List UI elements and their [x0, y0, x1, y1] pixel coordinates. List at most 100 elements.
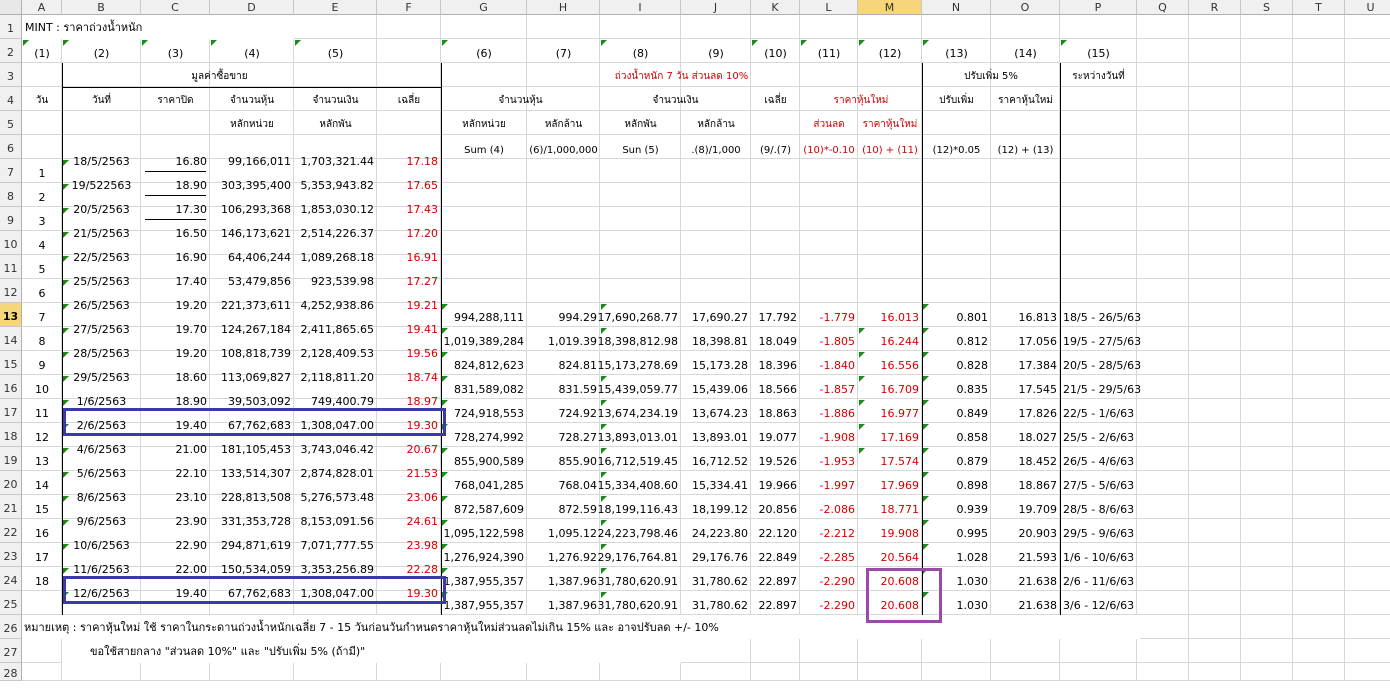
spreadsheet[interactable]: A B C D E F G H I J K L M N O P Q R S T U 1 2 3 4 5 6 7 8 9 10 11 12 13 14…: [0, 0, 1390, 693]
weighted-shares-cell[interactable]: 994,288,111: [441, 303, 527, 327]
adjust-cell[interactable]: 1.028: [922, 543, 991, 567]
formula-label[interactable]: (6)/1,000,000: [527, 135, 600, 159]
new-price-cell[interactable]: 16.556: [858, 351, 922, 375]
header-thousand-weighted[interactable]: หลักพัน: [600, 111, 681, 135]
weighted-amount-million-cell[interactable]: 31,780.62: [681, 591, 751, 615]
adjust-cell[interactable]: 0.939: [922, 495, 991, 519]
shares-cell[interactable]: 331,353,728: [210, 507, 294, 531]
amount-cell[interactable]: 7,071,777.55: [294, 531, 377, 555]
row-header-13[interactable]: 13: [0, 303, 22, 327]
close-price-cell[interactable]: 23.90: [141, 507, 210, 531]
new-price-adjusted-cell[interactable]: 17.056: [991, 327, 1060, 351]
column-number-label[interactable]: (13): [922, 39, 991, 63]
amount-cell[interactable]: 923,539.98: [294, 267, 377, 291]
date-range-cell[interactable]: 1/6 - 10/6/63: [1060, 543, 1137, 567]
discount-cell[interactable]: -1.840: [800, 351, 858, 375]
header-weighted[interactable]: ถ่วงน้ำหนัก 7 วัน ส่วนลด 10%: [441, 63, 922, 87]
adjust-cell[interactable]: 0.995: [922, 519, 991, 543]
discount-cell[interactable]: -2.290: [800, 567, 858, 591]
column-header-m[interactable]: M: [858, 0, 922, 15]
column-header-q[interactable]: Q: [1137, 0, 1189, 15]
adjust-cell[interactable]: 0.828: [922, 351, 991, 375]
average-cell[interactable]: 16.91: [377, 243, 441, 267]
formula-label[interactable]: .(8)/1,000: [681, 135, 751, 159]
row-header-1[interactable]: 1: [0, 15, 22, 39]
row-header-17[interactable]: 17: [0, 399, 22, 423]
row-header-3[interactable]: 3: [0, 63, 22, 87]
header-adjust-up[interactable]: ปรับเพิ่ม 5%: [922, 63, 1060, 87]
column-number-label[interactable]: (10): [751, 39, 800, 63]
shares-cell[interactable]: 64,406,244: [210, 243, 294, 267]
header-new-price-adjusted[interactable]: ราคาหุ้นใหม่: [991, 87, 1060, 111]
close-price-cell[interactable]: 18.90: [141, 171, 210, 195]
adjust-cell[interactable]: 0.849: [922, 399, 991, 423]
discount-cell[interactable]: -1.779: [800, 303, 858, 327]
new-price-adjusted-cell[interactable]: 21.593: [991, 543, 1060, 567]
row-header-15[interactable]: 15: [0, 351, 22, 375]
date-range-cell[interactable]: 25/5 - 2/6/63: [1060, 423, 1137, 447]
shares-cell[interactable]: 294,871,619: [210, 531, 294, 555]
weighted-amount-million-cell[interactable]: 24,223.80: [681, 519, 751, 543]
day-number[interactable]: 9: [22, 351, 62, 375]
new-price-cell[interactable]: 20.564: [858, 543, 922, 567]
column-number-label[interactable]: (6): [441, 39, 527, 63]
column-number-label[interactable]: (5): [294, 39, 377, 63]
discount-cell[interactable]: -1.997: [800, 471, 858, 495]
row-header-5[interactable]: 5: [0, 111, 22, 135]
average-cell[interactable]: 18.74: [377, 363, 441, 387]
weighted-shares-million-cell[interactable]: 728.27: [527, 423, 600, 447]
day-number[interactable]: 17: [22, 543, 62, 567]
day-number[interactable]: 2: [22, 183, 62, 207]
discount-cell[interactable]: -2.285: [800, 543, 858, 567]
weighted-shares-million-cell[interactable]: 768.04: [527, 471, 600, 495]
shares-cell[interactable]: 124,267,184: [210, 315, 294, 339]
column-header-i[interactable]: I: [600, 0, 681, 15]
header-unit-weighted[interactable]: หลักหน่วย: [441, 111, 527, 135]
new-price-adjusted-cell[interactable]: 18.452: [991, 447, 1060, 471]
date-cell[interactable]: 22/5/2563: [62, 243, 141, 267]
amount-cell[interactable]: 2,411,865.65: [294, 315, 377, 339]
column-number-label[interactable]: (12): [858, 39, 922, 63]
day-number[interactable]: 3: [22, 207, 62, 231]
row-header-18[interactable]: 18: [0, 423, 22, 447]
weighted-shares-million-cell[interactable]: 824.81: [527, 351, 600, 375]
new-price-cell[interactable]: 16.977: [858, 399, 922, 423]
date-cell[interactable]: 25/5/2563: [62, 267, 141, 291]
shares-cell[interactable]: 53,479,856: [210, 267, 294, 291]
column-header-n[interactable]: N: [922, 0, 991, 15]
column-header-e[interactable]: E: [294, 0, 377, 15]
formula-label[interactable]: (12) + (13): [991, 135, 1060, 159]
new-price-cell[interactable]: 17.574: [858, 447, 922, 471]
new-price-adjusted-cell[interactable]: 21.638: [991, 591, 1060, 615]
new-price-cell[interactable]: 16.244: [858, 327, 922, 351]
row-header-22[interactable]: 22: [0, 519, 22, 543]
date-range-cell[interactable]: 2/6 - 11/6/63: [1060, 567, 1137, 591]
column-header-r[interactable]: R: [1189, 0, 1241, 15]
date-cell[interactable]: 21/5/2563: [62, 219, 141, 243]
day-number[interactable]: 15: [22, 495, 62, 519]
date-cell[interactable]: 28/5/2563: [62, 339, 141, 363]
weighted-shares-cell[interactable]: 1,387,955,357: [441, 591, 527, 615]
close-price-cell[interactable]: 19.20: [141, 291, 210, 315]
close-price-cell[interactable]: 16.50: [141, 219, 210, 243]
shares-cell[interactable]: 113,069,827: [210, 363, 294, 387]
date-cell[interactable]: 27/5/2563: [62, 315, 141, 339]
amount-cell[interactable]: 4,252,938.86: [294, 291, 377, 315]
date-range-cell[interactable]: 27/5 - 5/6/63: [1060, 471, 1137, 495]
column-header-d[interactable]: D: [210, 0, 294, 15]
select-all-corner[interactable]: [0, 0, 22, 15]
adjust-cell[interactable]: 0.801: [922, 303, 991, 327]
close-price-cell[interactable]: 22.10: [141, 459, 210, 483]
column-header-t[interactable]: T: [1293, 0, 1345, 15]
discount-cell[interactable]: -1.805: [800, 327, 858, 351]
date-cell[interactable]: 4/6/2563: [62, 435, 141, 459]
row-header-12[interactable]: 12: [0, 279, 22, 303]
new-price-adjusted-cell[interactable]: 20.903: [991, 519, 1060, 543]
header-shares-weighted[interactable]: จำนวนหุ้น: [441, 87, 600, 111]
header-amount[interactable]: จำนวนเงิน: [294, 87, 377, 111]
row-header-20[interactable]: 20: [0, 471, 22, 495]
column-header-g[interactable]: G: [441, 0, 527, 15]
weighted-average-cell[interactable]: 18.566: [751, 375, 800, 399]
column-header-j[interactable]: J: [681, 0, 751, 15]
weighted-shares-million-cell[interactable]: 1,019.39: [527, 327, 600, 351]
